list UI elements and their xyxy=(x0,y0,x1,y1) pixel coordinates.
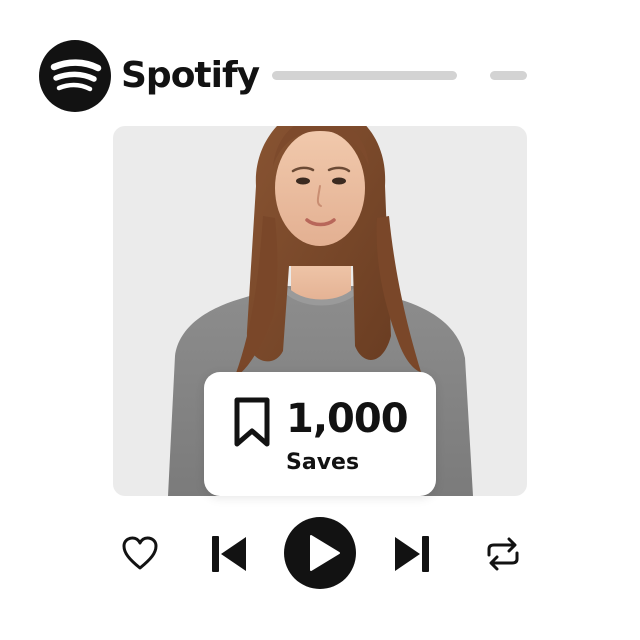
like-button[interactable] xyxy=(121,535,159,571)
play-button[interactable] xyxy=(284,517,356,589)
title-placeholder-bar xyxy=(272,71,457,80)
spotify-logo-icon xyxy=(39,40,111,112)
repeat-button[interactable] xyxy=(485,537,521,571)
heart-icon xyxy=(122,536,158,570)
saves-count: 1,000 xyxy=(286,396,409,442)
saves-badge: 1,000 Saves xyxy=(204,372,436,496)
previous-button[interactable] xyxy=(211,534,247,574)
play-icon xyxy=(310,535,340,571)
saves-label: Saves xyxy=(286,450,360,475)
meta-placeholder-bar xyxy=(490,71,527,80)
repeat-icon xyxy=(487,537,519,571)
skip-back-icon xyxy=(212,536,246,572)
skip-forward-icon xyxy=(395,536,429,572)
brand-wordmark: Spotify xyxy=(121,55,260,96)
bookmark-icon xyxy=(234,397,270,447)
next-button[interactable] xyxy=(394,534,430,574)
player-card: Spotify 1,000 Saves xyxy=(0,0,640,640)
